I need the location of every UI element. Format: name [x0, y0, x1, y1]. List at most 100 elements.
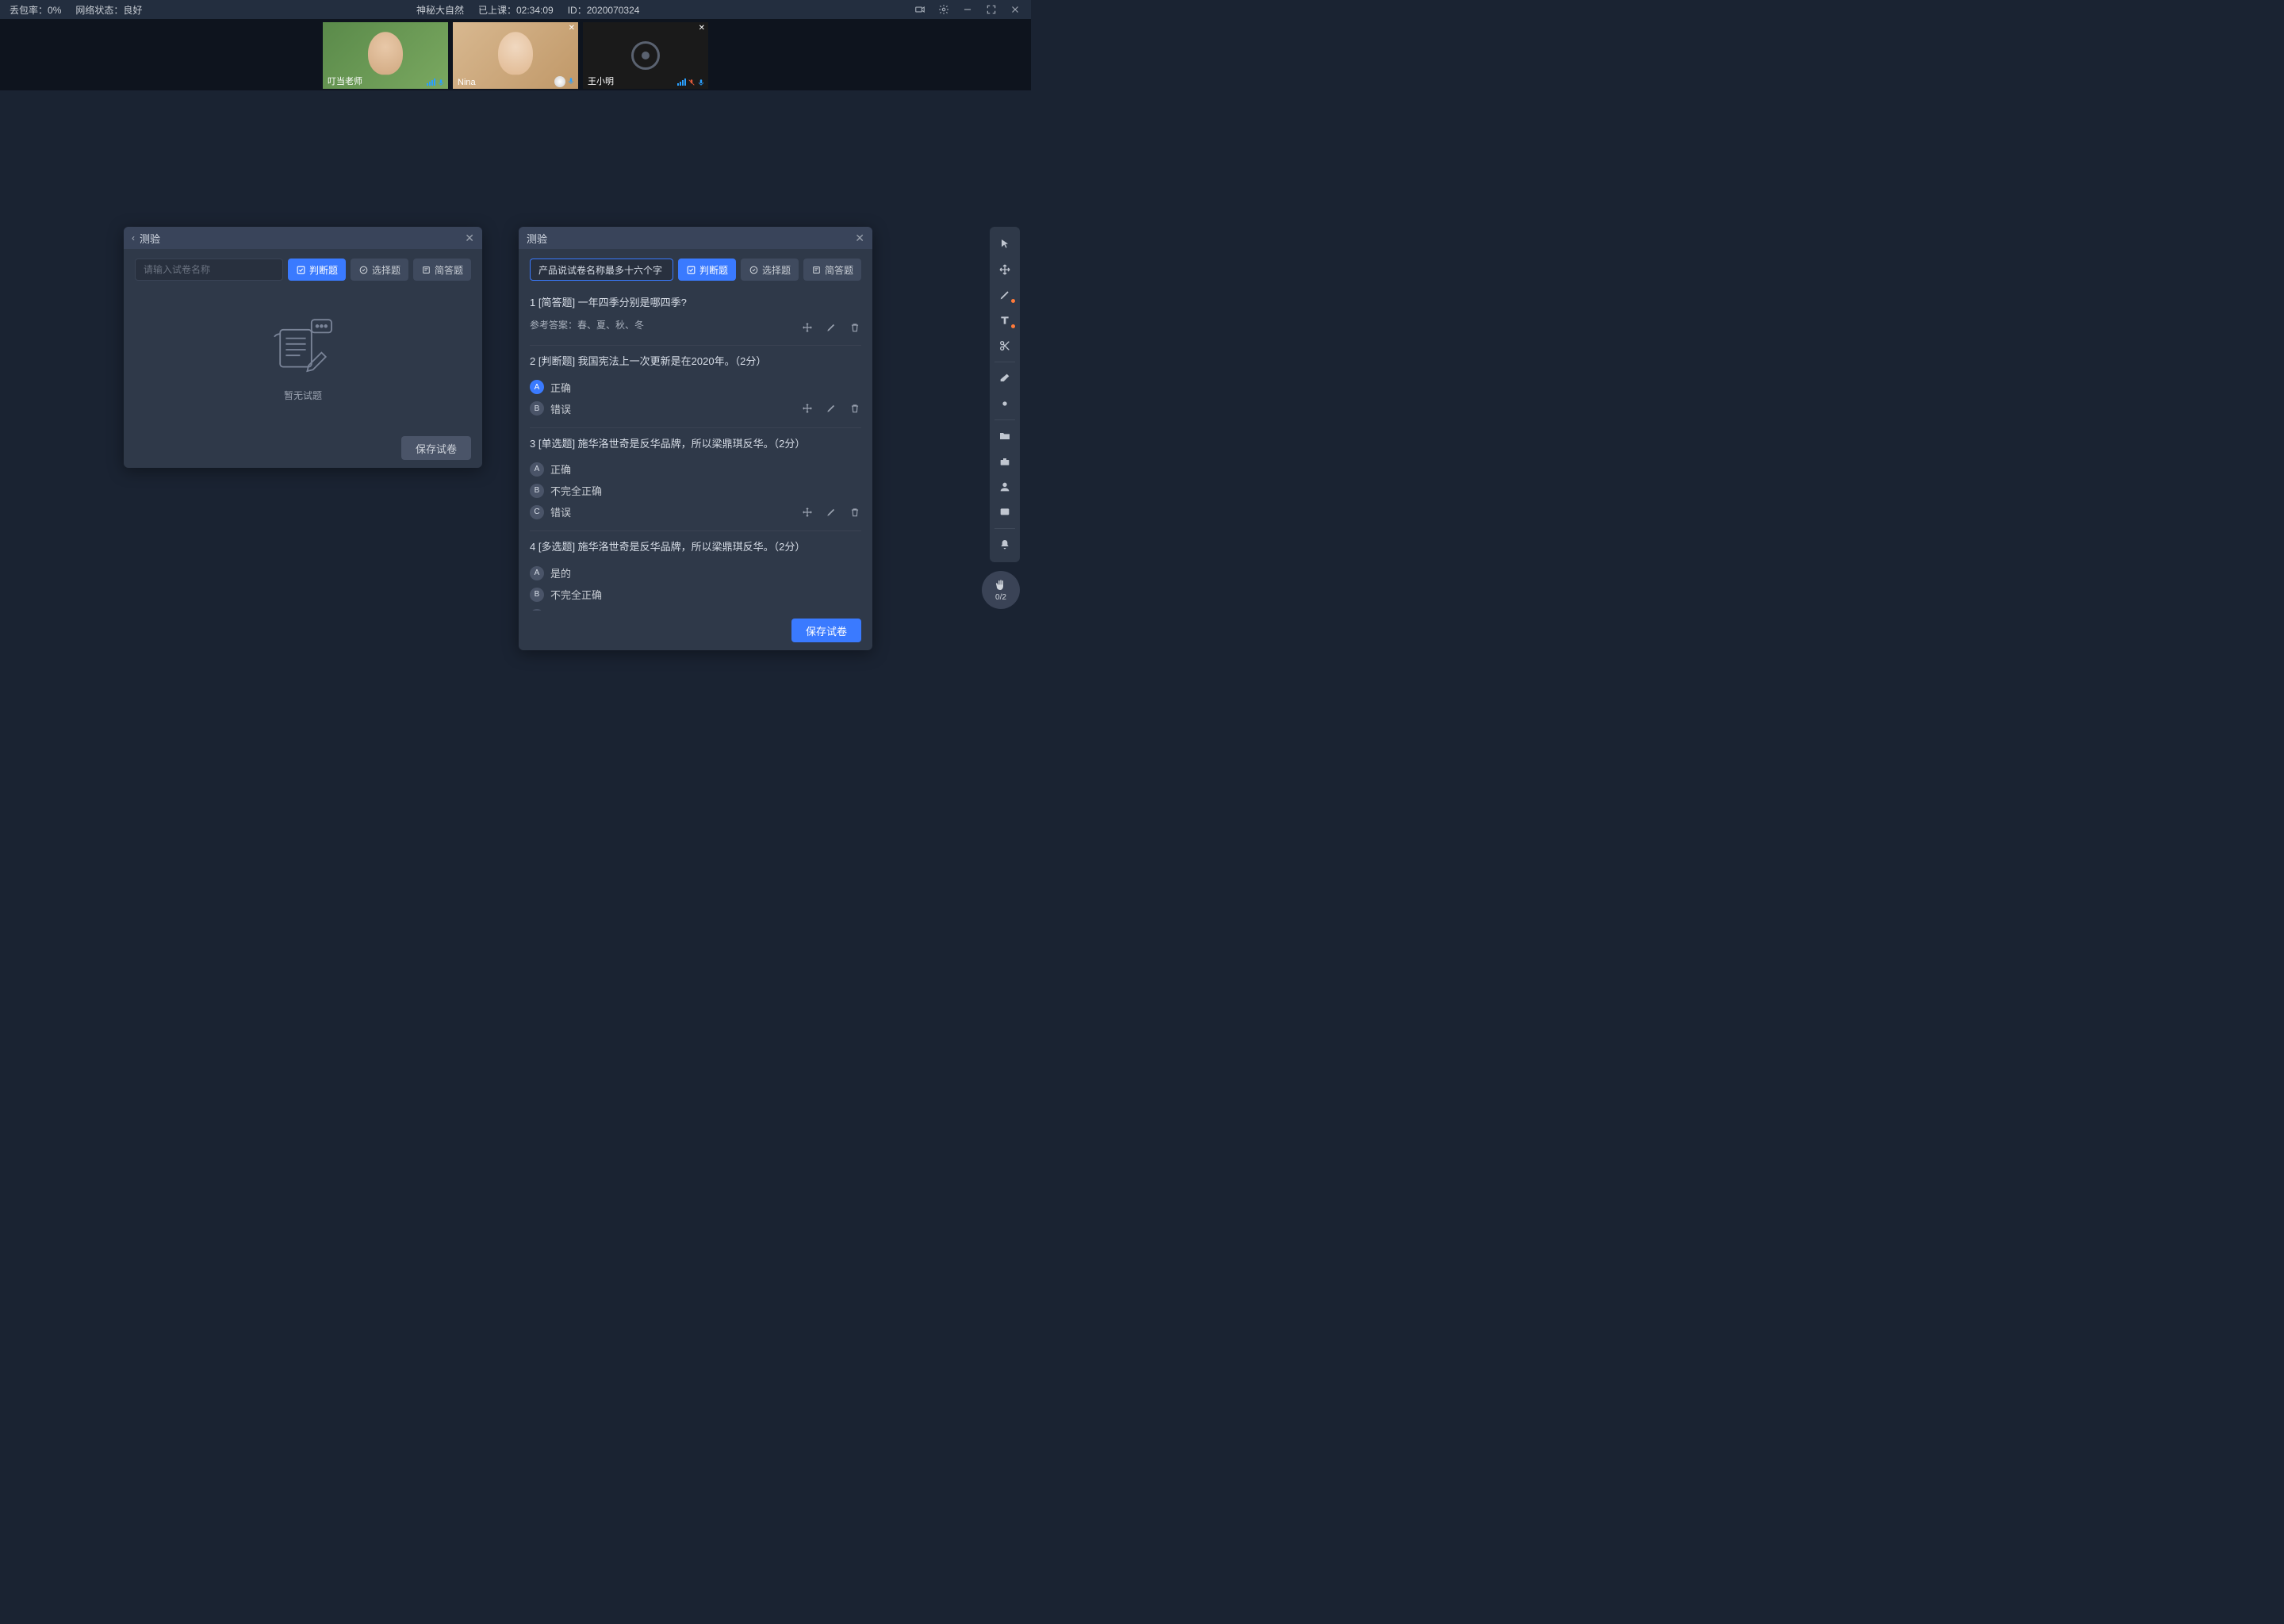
- mic-icon: [697, 78, 705, 87]
- question-item: 3 [单选题] 施华洛世奇是反华品牌，所以梁鼎琪反华。（2分） A正确 B 不完全正确…: [530, 427, 861, 531]
- question-title: 2 [判断题] 我国宪法上一次更新是在2020年。（2分）: [530, 354, 861, 370]
- quiz-name-input[interactable]: [530, 259, 673, 281]
- pen-tool-icon[interactable]: [990, 282, 1020, 308]
- hand-raise-count: 0/2: [995, 593, 1006, 602]
- add-choice-button[interactable]: 选择题: [351, 259, 408, 281]
- video-close-icon[interactable]: ✕: [569, 24, 575, 33]
- video-tile-student[interactable]: ✕ 王小明: [583, 22, 708, 89]
- add-judge-button[interactable]: 判断题: [288, 259, 346, 281]
- delete-icon[interactable]: [849, 506, 861, 519]
- question-item: 4 [多选题] 施华洛世奇是反华品牌，所以梁鼎琪反华。（2分） A 是的 B 不完全正确…: [530, 530, 861, 611]
- delete-icon[interactable]: [849, 402, 861, 415]
- question-item: 2 [判断题] 我国宪法上一次更新是在2020年。（2分） A正确B错误: [530, 345, 861, 427]
- question-option[interactable]: B错误: [530, 398, 801, 419]
- network-value: 良好: [123, 5, 142, 16]
- move-icon[interactable]: [801, 506, 814, 519]
- hand-raise-button[interactable]: 0/2: [982, 571, 1020, 609]
- back-icon[interactable]: ‹: [132, 232, 135, 243]
- move-icon[interactable]: [801, 321, 814, 334]
- option-text: 不完全正确: [550, 483, 602, 498]
- video-name: Nina: [458, 78, 476, 87]
- option-text: 是的: [550, 565, 571, 580]
- edit-icon[interactable]: [825, 506, 837, 519]
- option-text: 正确: [550, 380, 571, 395]
- mic-icon: [567, 76, 575, 86]
- delete-icon[interactable]: [849, 610, 861, 611]
- question-title: 4 [多选题] 施华洛世奇是反华品牌，所以梁鼎琪反华。（2分）: [530, 539, 861, 556]
- fullscreen-icon[interactable]: [985, 3, 998, 16]
- question-option[interactable]: A正确: [530, 377, 861, 398]
- question-option[interactable]: B 不完全正确: [530, 480, 861, 501]
- scissors-tool-icon[interactable]: [990, 333, 1020, 358]
- save-quiz-button[interactable]: 保存试卷: [791, 619, 861, 642]
- question-title: 1 [简答题] 一年四季分别是哪四季?: [530, 295, 861, 312]
- empty-text: 暂无试题: [284, 389, 322, 402]
- add-judge-button[interactable]: 判断题: [678, 259, 736, 281]
- question-option[interactable]: C 错误: [530, 501, 801, 523]
- option-letter: B: [530, 484, 544, 498]
- text-tool-icon[interactable]: [990, 308, 1020, 333]
- cursor-tool-icon[interactable]: [990, 232, 1020, 257]
- question-option[interactable]: A 是的: [530, 562, 861, 584]
- bell-tool-icon[interactable]: [990, 532, 1020, 557]
- add-choice-button[interactable]: 选择题: [741, 259, 799, 281]
- option-text: 不完全正确: [550, 587, 602, 602]
- question-option[interactable]: C 错误: [530, 605, 801, 611]
- packet-loss-value: 0%: [48, 5, 61, 16]
- option-letter: C: [530, 505, 544, 519]
- video-close-icon[interactable]: ✕: [699, 24, 705, 33]
- video-name: 王小明: [588, 75, 614, 87]
- topbar: 丢包率：0% 网络状态：良好 神秘大自然 已上课：02:34:09 ID：202…: [0, 0, 1031, 19]
- quiz-name-input[interactable]: [135, 259, 283, 281]
- move-icon[interactable]: [801, 610, 814, 611]
- mic-muted-icon: [688, 78, 696, 87]
- panel-close-icon[interactable]: ✕: [465, 232, 474, 245]
- option-letter: A: [530, 462, 544, 477]
- close-icon[interactable]: [1009, 3, 1021, 16]
- award-icon: [554, 76, 565, 87]
- add-short-button[interactable]: 简答题: [803, 259, 861, 281]
- video-row: 叮当老师 ✕ Nina ✕ 王小明: [0, 19, 1031, 90]
- user-tool-icon[interactable]: [990, 474, 1020, 500]
- mic-icon: [437, 78, 445, 87]
- camera-off-icon: [631, 41, 660, 70]
- move-icon[interactable]: [801, 402, 814, 415]
- network-label: 网络状态：: [75, 5, 123, 16]
- option-text: 错误: [550, 608, 571, 611]
- save-quiz-button[interactable]: 保存试卷: [401, 436, 471, 460]
- panel-close-icon[interactable]: ✕: [855, 232, 864, 245]
- option-letter: B: [530, 588, 544, 602]
- panel-title: 测验: [140, 231, 465, 246]
- brightness-tool-icon[interactable]: [990, 391, 1020, 416]
- move-tool-icon[interactable]: [990, 257, 1020, 282]
- id-value: 2020070324: [587, 5, 640, 16]
- elapsed-value: 02:34:09: [516, 5, 554, 16]
- minimize-icon[interactable]: [961, 3, 974, 16]
- reference-answer: 参考答案：春、夏、秋、冬: [530, 318, 801, 331]
- option-letter: C: [530, 609, 544, 611]
- delete-icon[interactable]: [849, 321, 861, 334]
- edit-icon[interactable]: [825, 610, 837, 611]
- video-tile-student[interactable]: ✕ Nina: [453, 22, 578, 89]
- add-short-button[interactable]: 简答题: [413, 259, 471, 281]
- quiz-panel-filled: 测验 ✕ 判断题 选择题 简答题 1 [简答题] 一年四季分别是哪四季?参考答案…: [519, 227, 872, 650]
- option-letter: A: [530, 566, 544, 580]
- toolbox-tool-icon[interactable]: [990, 449, 1020, 474]
- folder-tool-icon[interactable]: [990, 423, 1020, 449]
- settings-icon[interactable]: [937, 3, 950, 16]
- signal-icon: [677, 78, 686, 86]
- video-tile-teacher[interactable]: 叮当老师: [323, 22, 448, 89]
- empty-illustration: [267, 314, 339, 377]
- id-label: ID：: [568, 5, 587, 16]
- eraser-tool-icon[interactable]: [990, 366, 1020, 391]
- edit-icon[interactable]: [825, 321, 837, 334]
- camera-toggle-icon[interactable]: [914, 3, 926, 16]
- question-option[interactable]: B 不完全正确: [530, 584, 861, 605]
- option-text: 错误: [550, 504, 571, 519]
- packet-loss-label: 丢包率：: [10, 5, 48, 16]
- chat-tool-icon[interactable]: [990, 500, 1020, 525]
- question-option[interactable]: A正确: [530, 458, 861, 480]
- question-title: 3 [单选题] 施华洛世奇是反华品牌，所以梁鼎琪反华。（2分）: [530, 436, 861, 453]
- option-text: 错误: [550, 401, 571, 416]
- edit-icon[interactable]: [825, 402, 837, 415]
